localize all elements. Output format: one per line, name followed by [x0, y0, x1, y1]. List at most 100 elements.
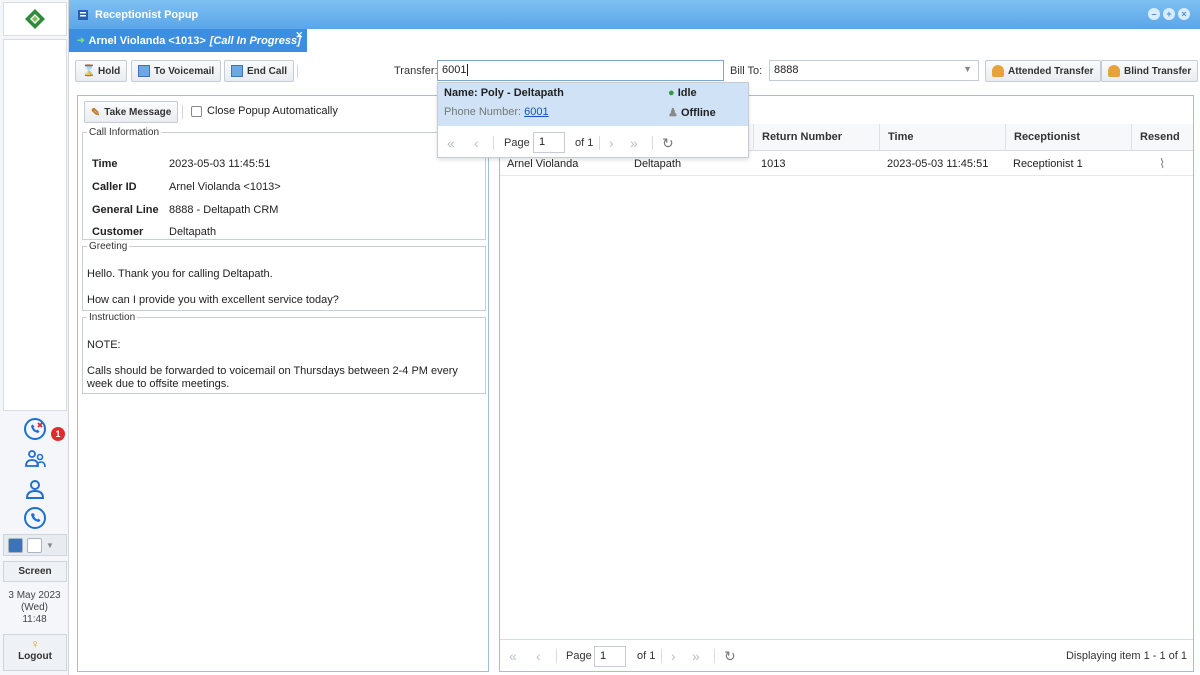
suggestion-name-value: Poly - Deltapath [480, 87, 564, 99]
prev-page-icon[interactable]: ‹ [474, 129, 479, 157]
billto-value: 8888 [774, 64, 799, 76]
page-input[interactable]: 1 [594, 646, 626, 667]
last-page-icon[interactable]: » [630, 129, 638, 157]
app-logo[interactable] [3, 2, 67, 36]
page-label: Page [566, 650, 592, 662]
attended-label: Attended Transfer [1008, 65, 1094, 77]
chevron-down-icon[interactable]: ▼ [46, 541, 54, 550]
transfer-person-icon [992, 65, 1004, 77]
popup-titlebar: Receptionist Popup – + × [69, 0, 1200, 29]
phone-label: Phone Number: [444, 106, 522, 118]
grid-pager: « ‹ Page 1 of 1 › » ↻ Displaying item 1 … [500, 639, 1193, 671]
missed-call-icon[interactable] [22, 416, 48, 442]
pager-divider [652, 136, 653, 150]
callerid-row: Caller ID Arnel Violanda <1013> [92, 181, 281, 193]
refresh-icon[interactable]: ↻ [724, 640, 736, 672]
col-time[interactable]: Time [879, 124, 1005, 151]
next-page-icon[interactable]: › [609, 129, 614, 157]
billto-select[interactable]: 8888 ▼ [769, 60, 979, 81]
voicemail-label: To Voicemail [154, 65, 215, 77]
col-receptionist[interactable]: Receptionist [1005, 124, 1131, 151]
time-key: Time [92, 158, 118, 170]
phone-icon[interactable] [22, 505, 48, 531]
end-call-icon [231, 65, 243, 77]
page-input[interactable]: 1 [533, 132, 565, 153]
screen-button[interactable]: Screen [3, 561, 67, 582]
close-icon[interactable]: × [1178, 8, 1190, 20]
offline-label: Offline [680, 107, 716, 119]
tab-active-call[interactable]: ➜ Arnel Violanda <1013> [Call In Progres… [69, 29, 307, 52]
greeting-legend: Greeting [89, 241, 128, 252]
app-sidebar: 1 ▼ Screen 3 May 2023 (Wed) 11:48 ♀ Logo [0, 0, 69, 675]
instruction-legend: Instruction [89, 312, 136, 323]
genline-key: General Line [92, 204, 159, 216]
hourglass-icon: ⌛ [82, 65, 96, 77]
close-popup-label: Close Popup Automatically [207, 105, 338, 117]
endcall-label: End Call [247, 65, 288, 77]
next-page-icon[interactable]: › [671, 640, 676, 672]
to-voicemail-button[interactable]: To Voicemail [131, 60, 222, 82]
hold-label: Hold [98, 65, 121, 77]
greeting-group: Greeting Hello. Thank you for calling De… [82, 241, 486, 311]
close-popup-option[interactable]: Close Popup Automatically [191, 105, 338, 117]
maximize-icon[interactable]: + [1163, 8, 1175, 20]
customer-row: Customer Deltapath [92, 226, 216, 238]
blind-transfer-button[interactable]: Blind Transfer [1101, 60, 1199, 82]
transfer-input-value: 6001 [442, 64, 467, 76]
pager-divider [599, 136, 600, 150]
take-message-label: Take Message [104, 106, 172, 118]
suggestion-phone-row: Phone Number: 6001 [444, 106, 549, 118]
pager-divider [556, 649, 557, 663]
tab-close-icon[interactable]: ✕ [295, 30, 303, 41]
refresh-icon[interactable]: ↻ [662, 129, 674, 157]
cell-return-number: 1013 [761, 158, 786, 170]
call-tabstrip: ➜ Arnel Violanda <1013> [Call In Progres… [69, 29, 1200, 52]
logout-label: Logout [18, 651, 52, 662]
suggestion-name-row: Name: Poly - Deltapath [444, 87, 564, 99]
col-return-number[interactable]: Return Number [753, 124, 879, 151]
key-icon: ♀ [30, 637, 40, 651]
first-page-icon[interactable]: « [509, 640, 517, 672]
pager-divider [493, 136, 494, 150]
greeting-line-2: How can I provide you with excellent ser… [87, 294, 339, 306]
call-info-legend: Call Information [89, 127, 160, 138]
pager-divider [661, 649, 662, 663]
take-message-button[interactable]: ✎ Take Message [84, 101, 179, 123]
single-view-button[interactable] [8, 537, 23, 553]
minimize-icon[interactable]: – [1148, 8, 1160, 20]
prev-page-icon[interactable]: ‹ [536, 640, 541, 672]
offline-status: ♟ Offline [668, 106, 716, 119]
last-page-icon[interactable]: » [692, 640, 700, 672]
user-icon[interactable] [22, 476, 48, 502]
hold-button[interactable]: ⌛ Hold [75, 60, 128, 82]
page-label: Page [504, 137, 530, 149]
greeting-line-1: Hello. Thank you for calling Deltapath. [87, 268, 273, 280]
panel-divider [182, 105, 183, 119]
page-of-label: of 1 [575, 137, 594, 149]
first-page-icon[interactable]: « [447, 129, 455, 157]
logout-button[interactable]: ♀ Logout [3, 634, 67, 671]
time-row: Time 2023-05-03 11:45:51 [92, 158, 270, 170]
suggestion-pager: « ‹ Page 1 of 1 › » ↻ [438, 129, 748, 157]
close-popup-checkbox[interactable] [191, 105, 202, 117]
multi-view-button[interactable] [27, 537, 42, 553]
paperclip-icon[interactable]: ⌇ [1152, 152, 1165, 176]
end-call-button[interactable]: End Call [224, 60, 295, 82]
transfer-suggestions: Name: Poly - Deltapath ● Idle Phone Numb… [437, 82, 749, 158]
customer-value: Deltapath [169, 226, 217, 238]
pencil-icon: ✎ [91, 106, 101, 119]
attended-transfer-button[interactable]: Attended Transfer [985, 60, 1101, 82]
suggestion-name-label: Name: [444, 87, 478, 99]
contacts-icon[interactable] [22, 446, 48, 472]
message-history-panel: Return Number Time Receptionist Resend A… [499, 95, 1194, 672]
idle-status-icon: ● [668, 87, 675, 99]
time-line: 11:48 [22, 614, 47, 625]
phone-value[interactable]: 6001 [524, 106, 548, 118]
col-resend[interactable]: Resend [1131, 124, 1193, 151]
voicemail-icon [138, 65, 150, 77]
sidebar-clock: 3 May 2023 (Wed) 11:48 [0, 590, 69, 626]
transfer-input[interactable]: 6001 [437, 60, 724, 81]
offline-status-icon: ♟ [668, 107, 678, 119]
suggestion-item[interactable]: Name: Poly - Deltapath ● Idle Phone Numb… [438, 83, 748, 126]
billto-label: Bill To: [730, 65, 763, 77]
